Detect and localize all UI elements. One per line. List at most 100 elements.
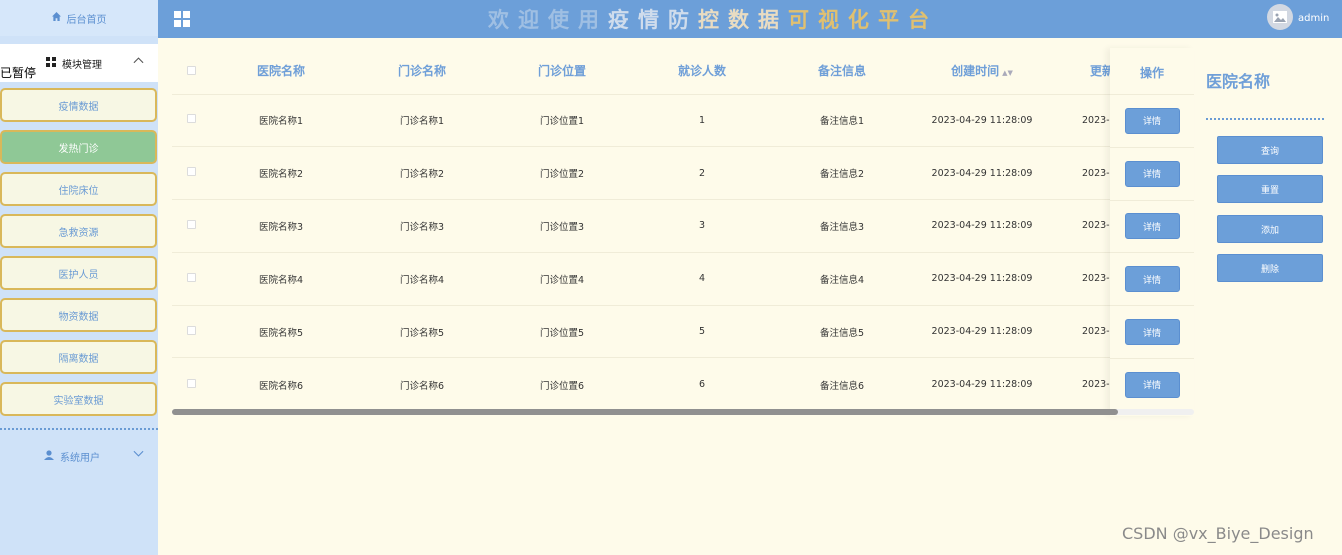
header-remark: 备注信息 [817,64,866,79]
cell-visits: 4 [632,251,772,306]
cell-updated: 2023-04-29 11:28:09 [1052,357,1110,411]
sort-icon[interactable]: ▲▼ [1002,69,1013,77]
table-row[interactable]: 医院名称4 门诊名称4 门诊位置4 4 备注信息4 2023-04-29 11:28:09… [172,251,1110,306]
cell-visits: 6 [632,357,772,411]
cell-updated: 2023-04-29 11:28:09 [1052,251,1110,306]
query-button[interactable]: 查询 [1217,136,1323,164]
sidebar-item-4[interactable]: 急救资源 [0,214,157,248]
table-row[interactable]: 医院名称5 门诊名称5 门诊位置5 5 备注信息5 2023-04-29 11:28:09… [172,304,1110,358]
search-panel-divider [1206,118,1324,120]
action-cell: 详情 [1110,305,1194,358]
page-title: 欢迎使用疫情防控数据可视化平台 [488,4,938,34]
header-created[interactable]: 创建时间 ▲▼ [912,48,1052,94]
detail-button[interactable]: 详情 [1124,213,1180,240]
action-cell: 详情 [1110,252,1194,305]
add-button[interactable]: 添加 [1217,215,1323,243]
header-select-all[interactable] [172,48,210,94]
cell-clinic: 门诊名称1 [352,93,492,147]
action-cell: 详情 [1110,199,1194,253]
sidebar-item-8[interactable]: 实验室数据 [0,382,157,416]
cell-hospital: 医院名称3 [210,199,352,253]
action-cell: 详情 [1110,146,1194,200]
sidebar-item-1[interactable]: 疫情数据 [0,88,157,122]
detail-button[interactable]: 详情 [1124,266,1180,293]
delete-button[interactable]: 删除 [1217,254,1323,282]
cell-visits: 5 [632,304,772,358]
title-char: 用 [578,8,608,32]
header-action: 操作 [1139,66,1164,80]
table-row[interactable]: 医院名称3 门诊名称3 门诊位置3 3 备注信息3 2023-04-29 11:28:09… [172,199,1110,253]
table-row[interactable]: 医院名称6 门诊名称6 门诊位置6 6 备注信息6 2023-04-29 11:28:09… [172,357,1110,411]
username[interactable]: admin [1298,13,1329,24]
cell-hospital: 医院名称5 [210,304,352,358]
cell-updated: 2023-04-29 11:28:09 [1052,93,1110,147]
home-icon [51,12,61,24]
apps-grid-icon[interactable] [174,11,190,31]
row-select-cell[interactable] [172,357,210,411]
reset-button[interactable]: 重置 [1217,175,1323,203]
grid-icon [46,56,56,70]
chevron-up-icon[interactable] [133,56,144,67]
sidebar-group-system-users[interactable]: 系统用户 [0,438,158,474]
row-select-cell[interactable] [172,304,210,358]
chevron-down-icon[interactable] [133,450,144,461]
cell-remark: 备注信息2 [772,146,912,200]
sidebar-item-3[interactable]: 住院床位 [0,172,157,206]
cell-created: 2023-04-29 11:28:09 [912,199,1052,253]
sidebar: 后台首页 模块管理 已暂停 疫情数据 发热门诊 住院床位 急救资源 医护人员 物资数据 隔离… [0,0,158,555]
header-hospital: 医院名称 [256,64,305,79]
row-select-cell[interactable] [172,199,210,253]
title-char: 台 [908,8,938,32]
row-checkbox[interactable] [186,167,196,177]
title-char: 控 [698,8,728,32]
detail-button[interactable]: 详情 [1124,319,1180,346]
image-icon [1273,8,1287,27]
detail-button[interactable]: 详情 [1124,160,1180,187]
table-row[interactable]: 医院名称2 门诊名称2 门诊位置2 2 备注信息2 2023-04-29 11:28:09… [172,146,1110,200]
cell-remark: 备注信息1 [772,93,912,147]
sidebar-item-5[interactable]: 医护人员 [0,256,157,290]
header-clinic: 门诊名称 [397,64,446,79]
watermark: CSDN @vx_Biye_Design [1122,524,1314,543]
cell-hospital: 医院名称1 [210,93,352,147]
row-checkbox[interactable] [186,378,196,388]
sidebar-item-home[interactable]: 后台首页 [0,0,158,36]
cell-remark: 备注信息5 [772,304,912,358]
scrollbar-thumb[interactable] [172,409,1118,415]
title-char: 化 [848,8,878,32]
row-select-cell[interactable] [172,146,210,200]
search-field-label: 医院名称 [1206,72,1271,91]
cell-created: 2023-04-29 11:28:09 [912,146,1052,200]
header-updated: 更新时间 [1090,64,1110,79]
horizontal-scrollbar[interactable] [172,409,1194,415]
cell-updated: 2023-04-29 11:28:09 [1052,199,1110,253]
cell-location: 门诊位置6 [492,357,632,411]
cell-hospital: 医院名称4 [210,251,352,306]
cell-location: 门诊位置1 [492,93,632,147]
title-char: 使 [548,8,578,32]
select-all-checkbox[interactable] [186,65,196,75]
detail-button[interactable]: 详情 [1124,371,1180,398]
cell-created: 2023-04-29 11:28:09 [912,304,1052,358]
sidebar-item-7[interactable]: 隔离数据 [0,340,157,374]
title-char: 可 [788,8,818,32]
title-char: 情 [638,8,668,32]
avatar[interactable] [1267,4,1293,30]
row-checkbox[interactable] [186,272,196,282]
row-checkbox[interactable] [186,114,196,124]
sidebar-item-6[interactable]: 物资数据 [0,298,157,332]
header-visits: 就诊人数 [677,64,726,79]
row-select-cell[interactable] [172,251,210,306]
table-row[interactable]: 医院名称1 门诊名称1 门诊位置1 1 备注信息1 2023-04-29 11:28:09… [172,93,1110,147]
detail-button[interactable]: 详情 [1124,107,1180,134]
cell-clinic: 门诊名称2 [352,146,492,200]
row-checkbox[interactable] [186,325,196,335]
top-header: 欢迎使用疫情防控数据可视化平台 admin [158,0,1342,38]
title-char: 欢 [488,8,518,32]
cell-created: 2023-04-29 11:28:09 [912,357,1052,411]
row-select-cell[interactable] [172,93,210,147]
row-checkbox[interactable] [186,219,196,229]
sidebar-item-2[interactable]: 发热门诊 [0,130,157,164]
paused-overlay-label: 已暂停 [0,64,37,81]
action-column: 操作 详情 详情 详情 详情 详情 详情 [1110,48,1194,416]
